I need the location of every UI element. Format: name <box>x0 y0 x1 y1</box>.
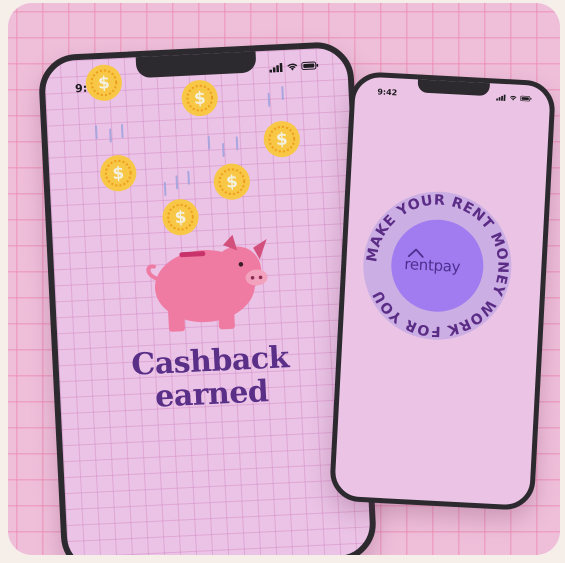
motion-streak <box>94 125 98 140</box>
svg-text:$: $ <box>174 208 187 229</box>
piggy-bank-icon <box>146 234 268 332</box>
motion-streak <box>175 175 179 190</box>
dollar-coin-icon: $ <box>213 163 250 200</box>
svg-text:$: $ <box>193 89 206 110</box>
dollar-coin-icon: $ <box>263 121 300 158</box>
motion-streak <box>109 128 112 143</box>
motion-streak <box>281 86 284 101</box>
wifi-icon <box>287 63 298 71</box>
brand-logo: rentpay <box>403 254 461 276</box>
dollar-coin-icon: $ <box>181 80 218 117</box>
page: 9:42 <box>0 0 565 563</box>
motion-streak <box>163 181 167 196</box>
phone-notch <box>416 78 490 97</box>
motion-streak <box>207 135 211 150</box>
signal-bars-icon <box>269 63 283 73</box>
motion-streak <box>221 142 225 158</box>
phone-right: 9:42 MAKE YOUR RENT MONEY WORK FOR YOU r… <box>328 70 557 512</box>
promo-card: 9:42 <box>8 3 560 555</box>
wifi-icon <box>509 95 517 101</box>
motion-streak <box>267 92 271 107</box>
dollar-coin-icon: $ <box>162 199 199 236</box>
status-time: 9:42 <box>377 87 398 98</box>
svg-text:$: $ <box>112 164 125 185</box>
motion-streak <box>235 136 239 151</box>
status-icons <box>496 94 532 103</box>
battery-icon <box>520 95 532 102</box>
dollar-coin-icon: $ <box>100 155 137 192</box>
svg-text:$: $ <box>225 172 238 193</box>
signal-bars-icon <box>496 94 506 102</box>
phone-notch <box>135 50 257 79</box>
svg-text:$: $ <box>97 73 110 94</box>
dollar-coin-icon: $ <box>85 64 122 101</box>
status-icons <box>269 60 319 73</box>
battery-icon <box>301 61 319 71</box>
motion-streak <box>120 123 124 138</box>
motion-streak <box>187 170 190 185</box>
phone-left: 9:42 <box>37 40 378 555</box>
svg-text:$: $ <box>275 130 288 151</box>
